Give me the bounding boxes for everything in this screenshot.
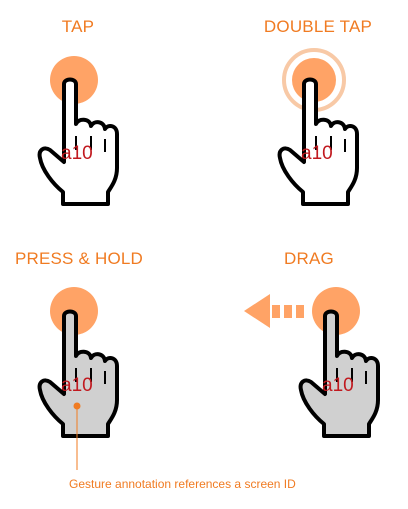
screen-id: a10 — [301, 143, 333, 164]
drag-arrow-icon — [244, 294, 304, 328]
screen-id: a10 — [322, 375, 354, 396]
drag-gesture: a10 — [244, 287, 380, 438]
tap-gesture: a10 — [37, 56, 119, 206]
gesture-diagram: a10 a10 a10 a10 — [37, 48, 380, 470]
screen-id: a10 — [61, 375, 93, 396]
screen-id: a10 — [61, 143, 93, 164]
double-tap-gesture: a10 — [277, 48, 359, 206]
press-hold-gesture: a10 — [37, 287, 119, 470]
annotation-note: Gesture annotation references a screen I… — [69, 477, 296, 491]
